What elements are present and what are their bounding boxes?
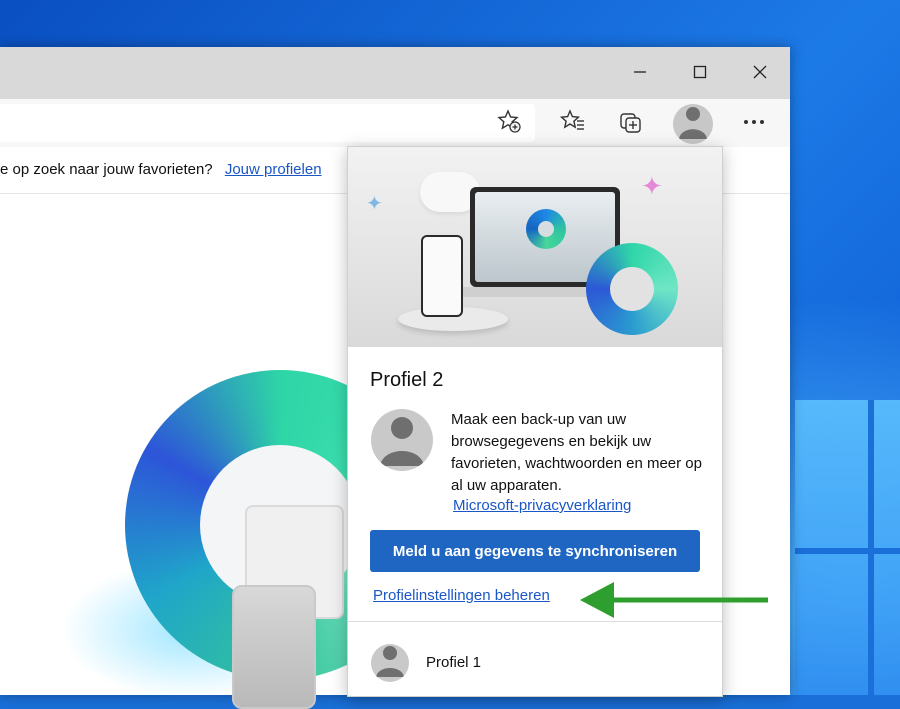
other-profile-name[interactable]: Profiel 1 (426, 654, 481, 671)
more-button[interactable] (738, 107, 770, 139)
add-favorite-icon (496, 108, 522, 139)
profile-hero-image: ✦ ✦ (348, 147, 722, 347)
sync-description: Maak een back-up van uw browsegegevens e… (451, 411, 702, 494)
sparkle-icon: ✦ (641, 171, 663, 201)
manage-profile-settings-link[interactable]: Profielinstellingen beheren (373, 587, 550, 604)
ring-illustration-hole (610, 267, 654, 311)
profiles-link[interactable]: Jouw profielen (225, 161, 322, 178)
windows-logo-divider-vertical (868, 400, 874, 695)
edge-logo-icon (526, 209, 566, 249)
profile-title: Profiel 2 (370, 369, 444, 391)
phone-illustration (421, 235, 463, 317)
maximize-button[interactable] (670, 47, 730, 99)
person-icon (371, 644, 409, 682)
favorites-prompt: e op zoek naar jouw favorieten? (0, 161, 213, 178)
minimize-button[interactable] (610, 47, 670, 99)
sparkle-icon: ✦ (366, 193, 383, 215)
minimize-icon (633, 62, 647, 85)
other-profile-avatar[interactable] (371, 644, 409, 682)
privacy-link[interactable]: Microsoft-privacyverklaring (453, 497, 631, 514)
more-icon (742, 114, 766, 132)
device-artwork-front (232, 585, 316, 709)
sign-in-sync-button[interactable]: Meld u aan gegevens te synchroniseren (370, 530, 700, 572)
person-icon (371, 409, 433, 471)
title-bar (0, 47, 790, 99)
add-favorite-button[interactable] (493, 107, 525, 139)
profile-button[interactable] (673, 104, 713, 144)
windows-logo-divider (795, 548, 900, 554)
browser-toolbar (0, 99, 790, 147)
maximize-icon (693, 62, 707, 85)
close-icon (753, 62, 767, 85)
profile-icon (673, 104, 713, 144)
avatar (371, 409, 433, 471)
annotation-arrow-icon (580, 582, 768, 618)
favorites-button[interactable] (557, 107, 589, 139)
address-bar[interactable] (0, 104, 535, 142)
favorites-icon (559, 108, 586, 139)
collections-icon (618, 108, 644, 139)
collections-button[interactable] (615, 107, 647, 139)
close-button[interactable] (730, 47, 790, 99)
